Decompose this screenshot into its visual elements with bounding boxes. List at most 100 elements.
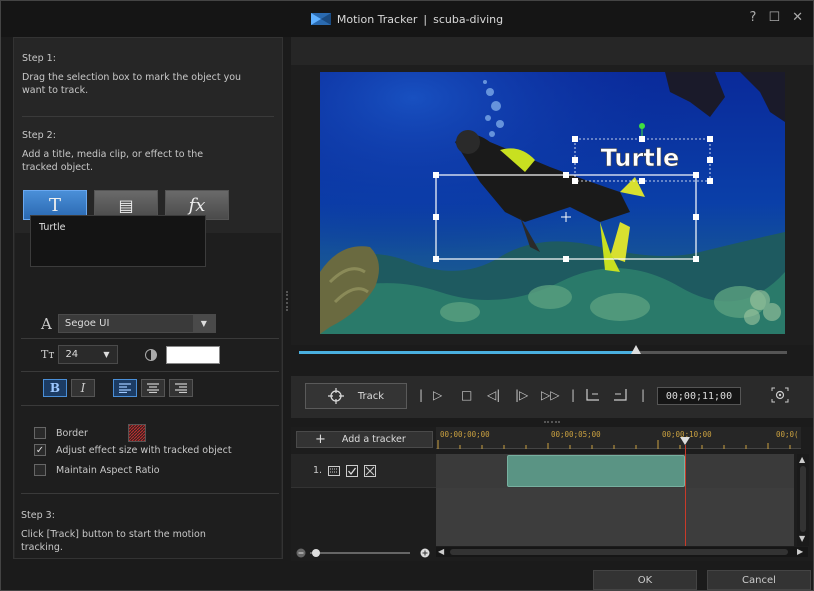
mark-in-icon[interactable] bbox=[584, 387, 602, 403]
play-icon[interactable]: ▷ bbox=[433, 388, 442, 402]
font-name: Segoe UI bbox=[64, 318, 110, 329]
scrubber-thumb[interactable] bbox=[630, 345, 641, 354]
add-tracker-label: Add a tracker bbox=[341, 434, 406, 445]
step-3-title: Step 3: bbox=[21, 510, 55, 521]
font-select[interactable]: Segoe UI ▼ bbox=[57, 314, 216, 333]
scroll-down-icon[interactable]: ▼ bbox=[799, 534, 805, 543]
ruler-ticks bbox=[437, 440, 791, 449]
title-text-input[interactable]: Turtle bbox=[30, 215, 206, 267]
zoom-control bbox=[296, 547, 433, 559]
vertical-scroll-thumb[interactable] bbox=[800, 466, 806, 532]
chevron-down-icon: ▼ bbox=[192, 315, 215, 332]
bold-button[interactable]: B bbox=[43, 379, 67, 397]
previous-frame-icon[interactable]: ◁| bbox=[487, 388, 500, 402]
font-size-select[interactable]: 24 ▼ bbox=[58, 345, 119, 364]
timeline-splitter[interactable] bbox=[544, 421, 560, 423]
overlay-title-text[interactable]: Turtle bbox=[600, 144, 680, 173]
align-right-button[interactable] bbox=[169, 379, 193, 397]
format-row: B I bbox=[43, 379, 193, 397]
ruler-label: 00;00;05;00 bbox=[551, 430, 601, 439]
track-number: 1. bbox=[313, 465, 323, 476]
step-1-text: Drag the selection box to mark the objec… bbox=[22, 72, 242, 96]
font-row: A Segoe UI ▼ bbox=[41, 314, 216, 333]
track-lock-icon[interactable] bbox=[364, 464, 377, 477]
horizontal-scrollbar[interactable]: ◀ ▶ bbox=[436, 547, 808, 557]
time-ruler[interactable]: 00;00;00;00 00;00;05;00 00;00;10;00 00;0… bbox=[436, 427, 801, 449]
timecode-display[interactable]: 00;00;11;00 bbox=[657, 387, 741, 405]
italic-button[interactable]: I bbox=[71, 379, 95, 397]
border-row: Border bbox=[34, 424, 146, 442]
font-icon: A bbox=[41, 314, 52, 333]
tracker-clip[interactable] bbox=[507, 455, 685, 487]
step-2: Step 2: Add a title, media clip, or effe… bbox=[14, 117, 282, 182]
vertical-scrollbar[interactable]: ▲ ▼ bbox=[797, 454, 809, 546]
mark-out-icon[interactable] bbox=[611, 387, 629, 403]
step-3-text: Click [Track] button to start the motion… bbox=[21, 529, 206, 553]
border-color-swatch[interactable] bbox=[127, 424, 146, 442]
title-bar: Motion Tracker | scuba-diving ? ☐ ✕ bbox=[1, 1, 813, 37]
close-button[interactable]: ✕ bbox=[792, 10, 803, 25]
crosshair-icon bbox=[327, 388, 344, 404]
align-left-icon bbox=[119, 383, 131, 393]
playhead-marker-icon[interactable] bbox=[680, 437, 690, 445]
scroll-right-icon[interactable]: ▶ bbox=[797, 547, 803, 556]
motion-tracker-window: Motion Tracker | scuba-diving ? ☐ ✕ Step… bbox=[0, 0, 814, 591]
panel-splitter[interactable] bbox=[286, 291, 288, 311]
preview-scrubber[interactable] bbox=[299, 345, 787, 354]
title-separator: | bbox=[423, 12, 428, 26]
font-size-icon: Tт bbox=[41, 348, 55, 361]
aspect-ratio-label: Maintain Aspect Ratio bbox=[56, 464, 160, 476]
track-enable-checkbox[interactable] bbox=[346, 464, 359, 477]
maximize-button[interactable]: ☐ bbox=[768, 10, 780, 25]
snapshot-icon[interactable] bbox=[771, 387, 789, 403]
checkmark-icon: ✓ bbox=[35, 444, 45, 456]
help-button[interactable]: ? bbox=[750, 10, 757, 25]
align-center-icon bbox=[147, 383, 159, 393]
zoom-slider[interactable] bbox=[310, 552, 410, 554]
aspect-row: Maintain Aspect Ratio bbox=[34, 464, 160, 476]
separator: | bbox=[571, 388, 576, 402]
opacity-icon[interactable] bbox=[144, 348, 158, 362]
track-label: Track bbox=[357, 390, 385, 402]
ruler-label: 00;0( bbox=[776, 430, 799, 439]
step-2-title: Step 2: bbox=[22, 130, 56, 141]
window-title-text: Motion Tracker bbox=[336, 12, 418, 26]
timeline-panel: + Add a tracker 00;00;00;00 00;00;05;00 … bbox=[291, 427, 813, 561]
app-logo-icon bbox=[310, 13, 331, 25]
step-2-text: Add a title, media clip, or effect to th… bbox=[22, 149, 204, 173]
separator: | bbox=[641, 388, 646, 402]
fast-forward-icon[interactable]: ▷▷ bbox=[541, 388, 559, 402]
video-preview[interactable]: Turtle bbox=[320, 72, 785, 334]
font-size-value: 24 bbox=[65, 349, 79, 360]
zoom-out-icon[interactable] bbox=[296, 548, 306, 558]
title-track-icon bbox=[328, 465, 341, 476]
empty-lane bbox=[436, 488, 794, 546]
window-title: Motion Tracker | scuba-diving bbox=[310, 12, 503, 26]
adjust-row: ✓ Adjust effect size with tracked object bbox=[34, 444, 232, 456]
chevron-down-icon: ▼ bbox=[95, 346, 118, 363]
media-clip-icon: ▤ bbox=[118, 195, 134, 215]
scroll-left-icon[interactable]: ◀ bbox=[438, 547, 444, 556]
options-panel: Step 1: Drag the selection box to mark t… bbox=[13, 37, 283, 559]
ok-button[interactable]: OK bbox=[593, 570, 697, 590]
adjust-size-checkbox[interactable]: ✓ bbox=[34, 444, 46, 456]
align-left-button[interactable] bbox=[113, 379, 137, 397]
cancel-button[interactable]: Cancel bbox=[707, 570, 811, 590]
border-checkbox[interactable] bbox=[34, 427, 46, 439]
rotate-handle[interactable] bbox=[639, 123, 645, 129]
add-tracker-button[interactable]: + Add a tracker bbox=[296, 431, 433, 448]
align-center-button[interactable] bbox=[141, 379, 165, 397]
zoom-in-icon[interactable] bbox=[420, 548, 430, 558]
aspect-ratio-checkbox[interactable] bbox=[34, 464, 46, 476]
horizontal-scroll-thumb[interactable] bbox=[450, 549, 788, 555]
track-button[interactable]: Track bbox=[305, 383, 407, 409]
stop-icon[interactable]: □ bbox=[461, 388, 472, 402]
plus-icon: + bbox=[315, 432, 326, 447]
tracker-track-header: 1. bbox=[291, 454, 436, 488]
text-color-swatch[interactable] bbox=[166, 345, 221, 364]
step-1: Step 1: Drag the selection box to mark t… bbox=[14, 38, 282, 116]
zoom-slider-thumb[interactable] bbox=[312, 549, 320, 557]
scroll-up-icon[interactable]: ▲ bbox=[799, 455, 805, 464]
playhead-line[interactable] bbox=[685, 445, 686, 546]
next-frame-icon[interactable]: |▷ bbox=[515, 388, 528, 402]
